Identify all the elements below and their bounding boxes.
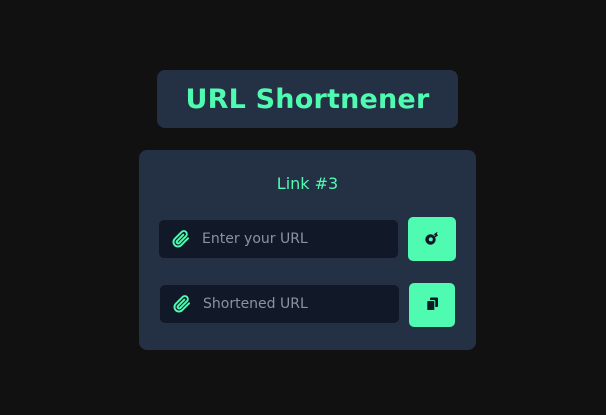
paperclip-icon <box>172 294 192 314</box>
copy-icon <box>425 297 439 314</box>
url-input[interactable] <box>202 231 392 247</box>
link-label: Link #3 <box>276 174 339 193</box>
shortened-url-output[interactable] <box>203 296 393 312</box>
app-stage: URL Shortnener Link #3 <box>0 0 606 415</box>
shorten-icon <box>424 230 440 249</box>
app-title: URL Shortnener <box>185 83 430 115</box>
paperclip-icon <box>171 229 191 249</box>
title-banner: URL Shortnener <box>157 70 458 128</box>
url-field <box>159 220 398 258</box>
shorten-button[interactable] <box>408 217 456 261</box>
link-card: Link #3 <box>139 150 476 350</box>
shortened-url-field <box>160 285 399 323</box>
copy-button[interactable] <box>409 283 455 327</box>
